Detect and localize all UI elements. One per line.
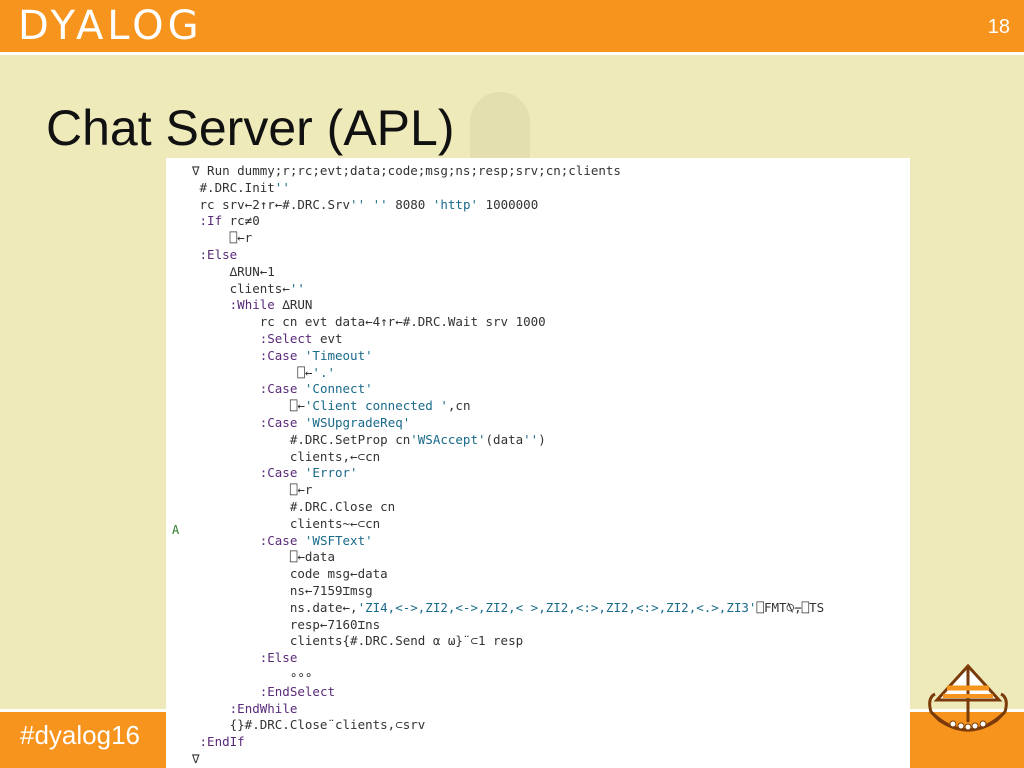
slide-title: Chat Server (APL) — [46, 100, 455, 156]
code-line: :If rc≠0 — [199, 213, 260, 229]
header-divider — [0, 52, 1024, 55]
code-line: :Else — [199, 247, 238, 262]
code-line: rc cn evt data←4↑r←#.DRC.Wait srv 1000 — [192, 314, 546, 330]
code-line: ⎕←'.' — [192, 364, 335, 380]
code-line: ns.date←,'ZI4,<->,ZI2,<->,ZI2,< >,ZI2,<:… — [192, 599, 825, 615]
code-line: :Case 'Error' — [259, 465, 358, 481]
code-line: :EndSelect — [259, 683, 335, 699]
slide-number: 18 — [987, 16, 1010, 38]
code-line: clients{#.DRC.Send ⍺ ⍵}¨⊂1 resp — [192, 633, 524, 649]
code-line: :Case 'Timeout' — [259, 347, 373, 363]
viking-ship-icon — [928, 663, 1008, 732]
code-line: :Select evt — [259, 331, 343, 346]
background-watermark — [470, 92, 530, 162]
code-line: ⎕←r — [192, 482, 313, 498]
code-line: clients,←⊂cn — [192, 448, 381, 464]
code-line: clients←'' — [192, 280, 305, 296]
code-line: ⎕←data — [192, 549, 335, 565]
code-line: :Else — [259, 650, 298, 666]
code-line: :Case 'Connect' — [259, 381, 373, 397]
code-line: #.DRC.Init'' — [192, 179, 290, 195]
code-line: clients~←⊂cn — [192, 515, 381, 531]
code-line: #.DRC.SetProp cn'WSAccept'(data'') — [192, 431, 546, 447]
code-line: ⎕←r — [192, 230, 253, 246]
code-line: rc srv←2↑r←#.DRC.Srv'' '' 8080 'http' 10… — [192, 196, 539, 212]
gutter-comment-mark: A — [172, 523, 180, 537]
code-line: resp←7160⌶ns — [192, 616, 381, 632]
code-line: :While ∆RUN — [229, 297, 313, 313]
code-panel: A ∇ Run dummy;r;rc;evt;data;code;msg;ns;… — [166, 158, 910, 768]
code-line: code msg←data — [192, 566, 388, 582]
code-line: ns←7159⌶msg — [192, 583, 373, 598]
code-line: :Case 'WSFText' — [259, 532, 373, 548]
code-line: :EndWhile — [229, 700, 298, 716]
code-line: ∇ — [192, 751, 200, 766]
code-line: ∘∘∘ — [192, 667, 313, 682]
code-line: {}#.DRC.Close¨clients,⊂srv — [192, 717, 426, 733]
code-line: ∆RUN←1 — [192, 263, 275, 279]
code-line: :EndIf — [199, 734, 245, 750]
code-line: :Case 'WSUpgradeReq' — [259, 415, 411, 430]
code-line: ⎕←'Client connected ',cn — [192, 398, 471, 414]
code-line: #.DRC.Close cn — [192, 499, 396, 514]
conference-hashtag: #dyalog16 — [20, 720, 140, 750]
dyalog-logo: DYALOG — [18, 3, 203, 49]
code-line: ∇ Run dummy;r;rc;evt;data;code;msg;ns;re… — [192, 163, 621, 178]
